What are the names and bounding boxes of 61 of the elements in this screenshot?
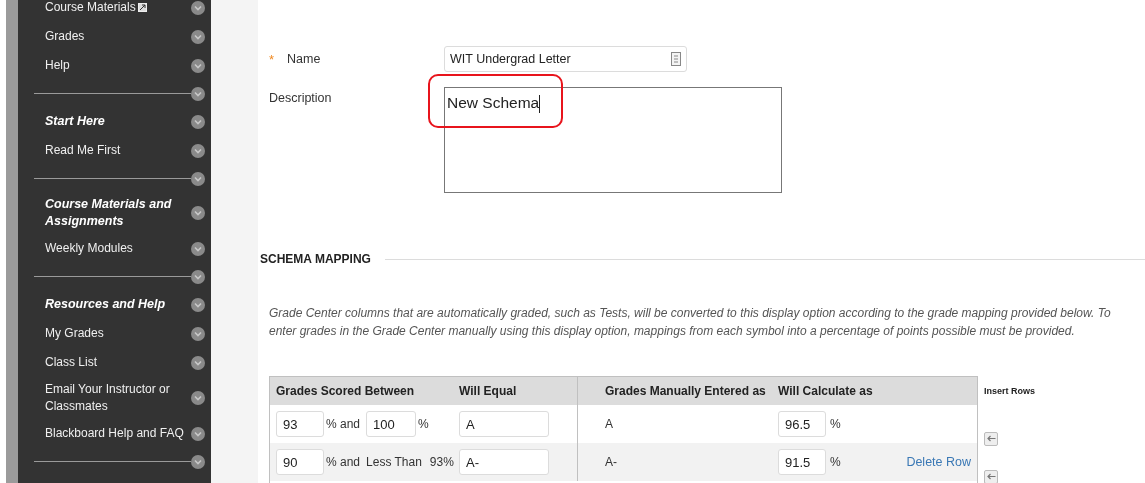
grade-field[interactable]: A- <box>459 449 549 475</box>
percent-label: % <box>830 416 841 433</box>
arrow-left-icon <box>986 473 996 480</box>
sidebar-heading: Course Materials and Assignments <box>44 196 173 230</box>
arrow-left-icon <box>986 435 996 442</box>
chevron-down-icon[interactable] <box>191 355 205 370</box>
lower-bound-field[interactable]: 93 <box>276 411 324 437</box>
and-label: % and <box>326 454 361 471</box>
sidebar-link[interactable]: Grades <box>45 28 85 45</box>
and-label: % and <box>326 416 361 433</box>
field-label: Description <box>269 90 333 107</box>
percent-label: % <box>830 454 841 471</box>
column-header: Grades Manually Entered as <box>604 383 767 400</box>
lower-bound-field[interactable]: 90 <box>276 449 324 475</box>
sidebar-link[interactable]: Email Your Instructor or Classmates <box>45 381 191 415</box>
sidebar-heading: Resources and Help <box>44 296 167 313</box>
less-than-label: Less Than <box>366 454 422 471</box>
percentage-field[interactable]: 91.5 <box>778 449 826 475</box>
chevron-down-icon[interactable] <box>191 0 205 15</box>
percent-label: % <box>418 416 429 433</box>
chevron-down-icon[interactable] <box>191 86 205 101</box>
chevron-down-icon[interactable] <box>191 171 205 186</box>
chevron-down-icon[interactable] <box>191 297 205 312</box>
upper-bound-value: 93% <box>429 454 454 471</box>
sidebar-link[interactable]: Read Me First <box>45 142 121 159</box>
chevron-down-icon[interactable] <box>191 29 205 44</box>
insert-row-button[interactable] <box>984 469 998 483</box>
chevron-down-icon[interactable] <box>191 326 205 341</box>
sidebar-link[interactable]: Class List <box>45 354 97 371</box>
chevron-down-icon[interactable] <box>191 269 205 284</box>
instructions-text: Grade Center columns that are automatically graded, such as Tests, will be converted to this display option according to the grade mapping provided below. To enter grades in the Grade Center manually using this display option, mappings from each symbol into a percentage of points possible must be provided. <box>269 305 1112 340</box>
chevron-down-icon[interactable] <box>191 241 205 256</box>
percentage-field[interactable]: 96.5 <box>778 411 826 437</box>
insert-rows-label: Insert Rows <box>984 385 1035 398</box>
upper-bound-field[interactable]: 100 <box>366 411 417 437</box>
section-heading: SCHEMA MAPPING <box>260 251 371 268</box>
column-header: Grades Scored Between <box>275 383 416 400</box>
chevron-down-icon[interactable] <box>191 114 205 129</box>
chevron-down-icon[interactable] <box>191 426 205 441</box>
delete-row-link[interactable]: Delete Row <box>906 452 971 472</box>
required-icon: * <box>269 50 287 70</box>
chevron-down-icon[interactable] <box>191 206 205 220</box>
description-field[interactable]: New Schema <box>444 87 782 193</box>
contact-card-icon <box>671 52 681 66</box>
name-field[interactable]: WIT Undergrad Letter <box>444 46 687 72</box>
chevron-down-icon[interactable] <box>191 391 205 405</box>
sidebar-link[interactable]: Course Materials <box>45 0 136 16</box>
chevron-down-icon[interactable] <box>191 143 205 158</box>
sidebar-heading: Start Here <box>44 113 106 130</box>
sidebar-link[interactable]: Blackboard Help and FAQ <box>45 425 184 442</box>
column-header: Will Calculate as <box>778 383 873 400</box>
table-cell-text: A- <box>604 454 618 471</box>
table-cell-text: A <box>604 416 614 433</box>
chevron-down-icon[interactable] <box>191 58 205 73</box>
grade-field[interactable]: A <box>459 411 549 437</box>
insert-row-button[interactable] <box>984 431 998 446</box>
field-label: Name <box>287 51 321 69</box>
sidebar-link[interactable]: My Grades <box>45 325 104 342</box>
chevron-down-icon[interactable] <box>191 454 205 469</box>
sidebar-link[interactable]: Weekly Modules <box>45 240 133 257</box>
sidebar-link[interactable]: Help <box>45 57 70 74</box>
